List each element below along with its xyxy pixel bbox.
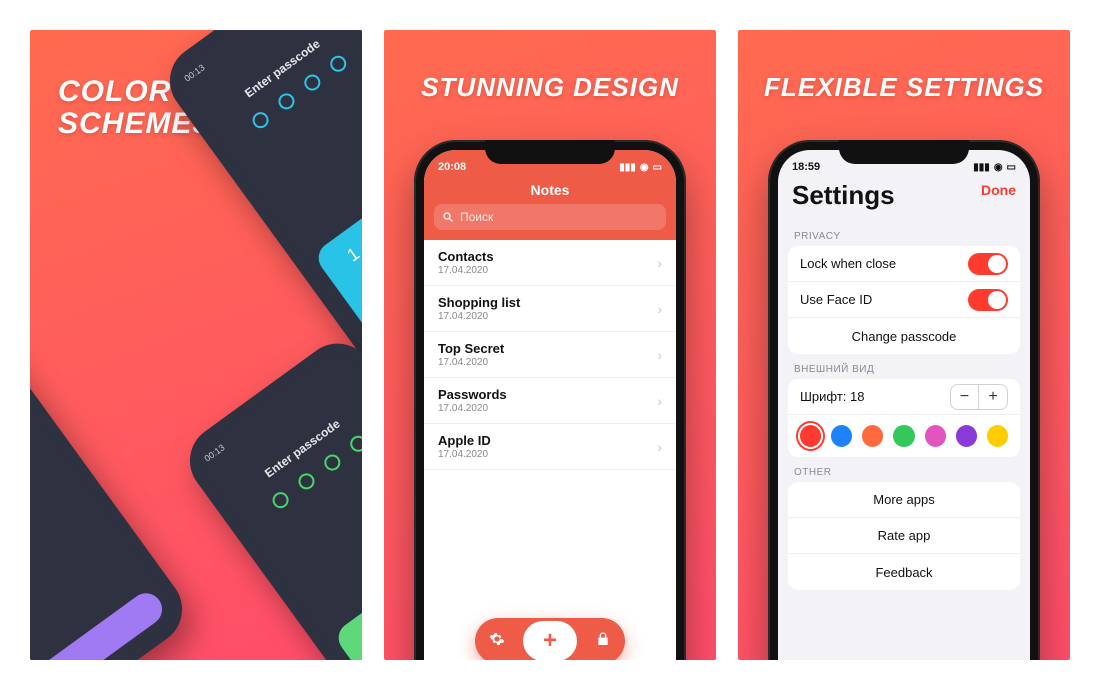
promo-panel-flexible-settings: FLEXIBLE SETTINGS 18:59 ▮▮▮ ◉ ▭ Settings… <box>738 30 1070 660</box>
statusbar-time: 00:13 <box>202 442 226 463</box>
row-label: More apps <box>873 492 934 507</box>
lock-button[interactable] <box>595 631 611 652</box>
panel-title: FLEXIBLE SETTINGS <box>738 72 1070 103</box>
note-row[interactable]: Apple ID17.04.2020 › <box>424 424 676 470</box>
key-1[interactable]: 1 <box>329 233 362 277</box>
statusbar-time: 18:59 <box>792 161 820 173</box>
lock-icon <box>595 631 611 647</box>
passcode-prompt: Enter passcode <box>201 30 362 130</box>
bottom-toolbar: + <box>475 618 625 660</box>
phone-notch <box>839 140 969 164</box>
privacy-card: Lock when close Use Face ID Change passc… <box>788 246 1020 354</box>
row-label: Lock when close <box>800 256 896 271</box>
row-use-face-id[interactable]: Use Face ID <box>788 282 1020 318</box>
note-title: Apple ID <box>438 433 491 448</box>
search-input[interactable]: Поиск <box>434 204 666 230</box>
chevron-right-icon: › <box>657 347 662 363</box>
signal-icon: ▮▮▮ <box>973 162 990 173</box>
color-swatches <box>788 415 1020 457</box>
color-swatch[interactable] <box>862 425 883 447</box>
row-label: Feedback <box>875 565 932 580</box>
phone-notch <box>485 140 615 164</box>
settings-screen: 18:59 ▮▮▮ ◉ ▭ Settings Done PRIVACY Lock… <box>778 150 1030 660</box>
phone-mosaic: 00:13 Enter passcode 1 2 3 4 5 6 7 <box>30 30 362 660</box>
font-size-label: Шрифт: 18 <box>800 389 864 404</box>
phone-frame: 18:59 ▮▮▮ ◉ ▭ Settings Done PRIVACY Lock… <box>768 140 1040 660</box>
promo-panel-color-schemes: COLORSCHEMES 00:13 Enter passcode 1 2 3 <box>30 30 362 660</box>
notes-list: Contacts17.04.2020›Shopping list17.04.20… <box>424 240 676 660</box>
search-placeholder: Поиск <box>460 210 493 224</box>
status-icons: ▮▮▮ ◉ ▭ <box>973 162 1016 173</box>
note-row[interactable]: Contacts17.04.2020 › <box>424 240 676 286</box>
chevron-right-icon: › <box>657 393 662 409</box>
battery-icon: ▭ <box>1007 162 1016 173</box>
gear-icon <box>489 631 505 647</box>
row-feedback[interactable]: Feedback <box>788 554 1020 590</box>
numeric-keypad: 1 2 3 4 5 6 7 8 9 0 <box>332 534 362 660</box>
key-1[interactable]: 1 <box>349 613 362 657</box>
chevron-right-icon: › <box>657 255 662 271</box>
note-date: 17.04.2020 <box>438 403 507 414</box>
row-label: Rate app <box>878 528 931 543</box>
note-title: Shopping list <box>438 295 520 310</box>
mock-phone-purple: 00:13 Enter passcode <box>30 269 196 660</box>
mock-phone-green: 00:13 Enter passcode 1 2 3 4 5 6 7 <box>176 329 362 660</box>
key-4[interactable]: 4 <box>350 263 362 307</box>
color-swatch[interactable] <box>800 425 821 447</box>
status-icons: ▮▮▮ ◉ ▭ <box>619 162 662 173</box>
promo-panel-stunning-design: STUNNING DESIGN 20:08 ▮▮▮ ◉ ▭ Notes <box>384 30 716 660</box>
note-row[interactable]: Top Secret17.04.2020 › <box>424 332 676 378</box>
toggle-lock-when-close[interactable] <box>968 253 1008 275</box>
row-label: Change passcode <box>852 329 957 344</box>
plus-icon: + <box>543 627 557 655</box>
color-swatch[interactable] <box>831 425 852 447</box>
toggle-use-face-id[interactable] <box>968 289 1008 311</box>
note-date: 17.04.2020 <box>438 357 504 368</box>
chevron-right-icon: › <box>657 301 662 317</box>
section-label-privacy: PRIVACY <box>778 221 1030 246</box>
stepper-plus[interactable]: + <box>979 385 1007 409</box>
note-title: Top Secret <box>438 341 504 356</box>
chevron-right-icon: › <box>657 439 662 455</box>
row-font-size: Шрифт: 18 − + <box>788 379 1020 415</box>
note-row[interactable]: Passwords17.04.2020 › <box>424 378 676 424</box>
wifi-icon: ◉ <box>640 162 649 173</box>
add-note-button[interactable]: + <box>523 621 577 660</box>
appearance-card: Шрифт: 18 − + <box>788 379 1020 457</box>
note-title: Passwords <box>438 387 507 402</box>
color-swatch[interactable] <box>956 425 977 447</box>
phone-frame: 20:08 ▮▮▮ ◉ ▭ Notes Поиск Contacts17.04.… <box>414 140 686 660</box>
font-size-stepper: − + <box>950 384 1008 410</box>
done-button[interactable]: Done <box>981 182 1016 198</box>
note-date: 17.04.2020 <box>438 311 520 322</box>
row-rate-app[interactable]: Rate app <box>788 518 1020 554</box>
note-row[interactable]: Shopping list17.04.2020 › <box>424 286 676 332</box>
wifi-icon: ◉ <box>994 162 1003 173</box>
page-title: Settings <box>792 180 895 211</box>
settings-button[interactable] <box>489 631 505 652</box>
row-label: Use Face ID <box>800 292 872 307</box>
note-date: 17.04.2020 <box>438 265 494 276</box>
note-date: 17.04.2020 <box>438 449 491 460</box>
battery-icon: ▭ <box>653 162 662 173</box>
screen-title: Notes <box>424 180 676 204</box>
search-icon <box>442 211 454 223</box>
numeric-keypad <box>30 587 168 660</box>
row-more-apps[interactable]: More apps <box>788 482 1020 518</box>
row-change-passcode[interactable]: Change passcode <box>788 318 1020 354</box>
note-title: Contacts <box>438 249 494 264</box>
section-label-appearance: ВНЕШНИЙ ВИД <box>778 354 1030 379</box>
row-lock-when-close[interactable]: Lock when close <box>788 246 1020 282</box>
statusbar-time: 00:13 <box>182 62 206 83</box>
color-swatch[interactable] <box>893 425 914 447</box>
stepper-minus[interactable]: − <box>951 385 979 409</box>
statusbar-time: 20:08 <box>438 161 466 173</box>
notes-screen: 20:08 ▮▮▮ ◉ ▭ Notes Поиск Contacts17.04.… <box>424 150 676 660</box>
color-swatch[interactable] <box>987 425 1008 447</box>
color-swatch[interactable] <box>925 425 946 447</box>
section-label-other: OTHER <box>778 457 1030 482</box>
signal-icon: ▮▮▮ <box>619 162 636 173</box>
other-card: More apps Rate app Feedback <box>788 482 1020 590</box>
panel-title: STUNNING DESIGN <box>384 72 716 103</box>
